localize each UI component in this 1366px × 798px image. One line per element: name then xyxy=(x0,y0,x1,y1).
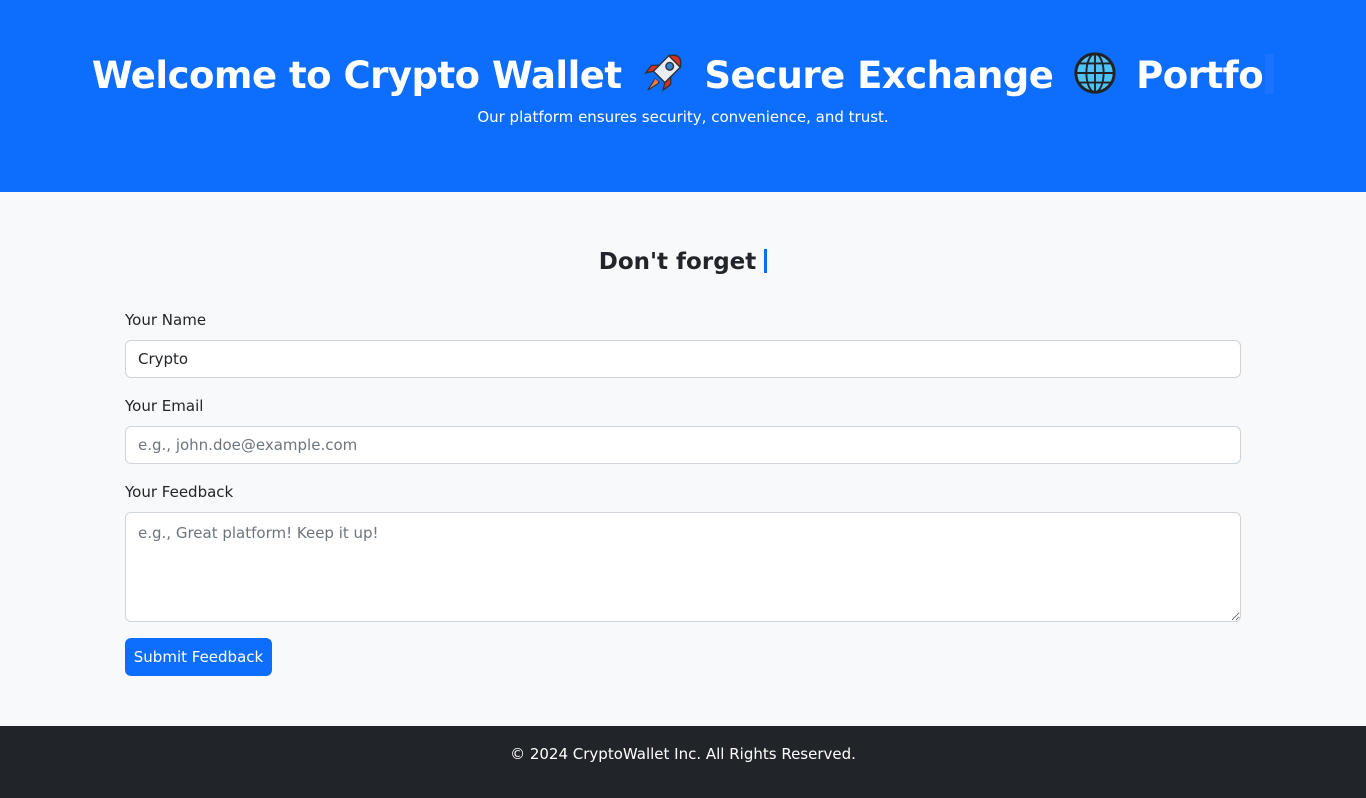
globe-icon xyxy=(1074,52,1116,94)
feedback-textarea[interactable] xyxy=(125,512,1241,622)
feedback-label: Your Feedback xyxy=(125,483,234,501)
section-heading: Don't forget xyxy=(0,246,1366,278)
footer-copyright: © 2024 CryptoWallet Inc. All Rights Rese… xyxy=(510,745,856,763)
rocket-icon xyxy=(643,54,682,93)
hero-title-part2: Secure Exchange xyxy=(704,54,1054,97)
footer: © 2024 CryptoWallet Inc. All Rights Rese… xyxy=(0,726,1366,798)
name-input[interactable] xyxy=(125,340,1241,378)
section-heading-text: Don't forget xyxy=(598,249,757,275)
hero-title-part3: Portfo xyxy=(1136,54,1264,97)
hero-subtitle: Our platform ensures security, convenien… xyxy=(477,108,889,126)
submit-feedback-button[interactable]: Submit Feedback xyxy=(125,638,272,676)
typing-cursor xyxy=(764,249,768,273)
typing-cursor xyxy=(1265,54,1275,94)
hero-title-part1: Welcome to Crypto Wallet xyxy=(91,54,622,97)
name-label: Your Name xyxy=(125,311,207,329)
hero-banner: Welcome to Crypto Wallet Secure Exchange… xyxy=(0,0,1366,192)
hero-title: Welcome to Crypto Wallet Secure Exchange… xyxy=(0,50,1366,100)
email-input[interactable] xyxy=(125,426,1241,464)
feedback-section: Don't forget Your Name Your Email Your F… xyxy=(0,192,1366,726)
email-label: Your Email xyxy=(125,397,204,415)
